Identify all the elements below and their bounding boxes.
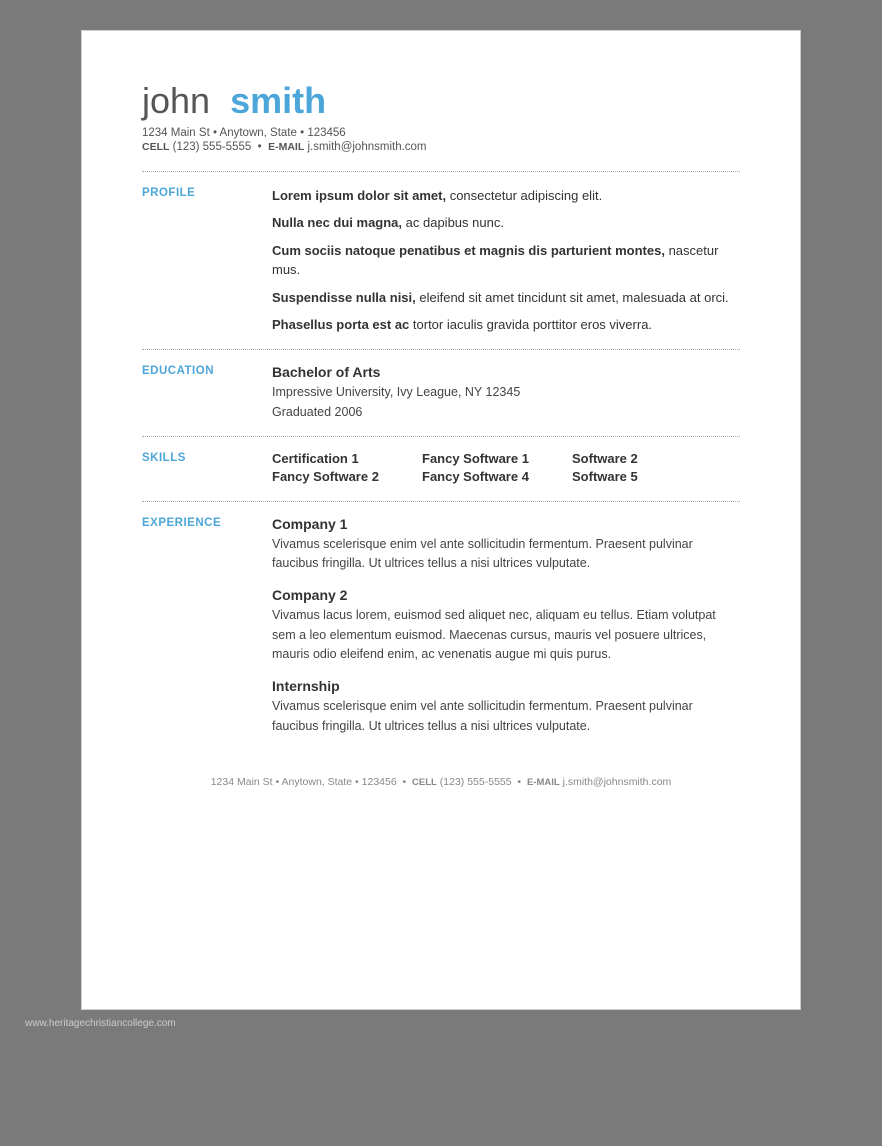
profile-content: Lorem ipsum dolor sit amet, consectetur … <box>272 186 740 335</box>
company-2-name: Company 2 <box>272 587 740 603</box>
cell-value: (123) 555-5555 <box>173 141 252 153</box>
footer-email-value: j.smith@johnsmith.com <box>563 776 672 788</box>
profile-section: PROFILE Lorem ipsum dolor sit amet, cons… <box>142 186 740 335</box>
experience-label: EXPERIENCE <box>142 516 272 737</box>
footer-cell-label: CELL <box>412 777 437 788</box>
first-name: john <box>142 80 210 121</box>
education-section: EDUCATION Bachelor of Arts Impressive Un… <box>142 364 740 422</box>
skills-section: SKILLS Certification 1 Fancy Software 1 … <box>142 451 740 487</box>
experience-entry-2: Company 2 Vivamus lacus lorem, euismod s… <box>272 587 740 664</box>
internship-desc: Vivamus scelerisque enim vel ante sollic… <box>272 697 740 736</box>
experience-section: EXPERIENCE Company 1 Vivamus scelerisque… <box>142 516 740 737</box>
education-content: Bachelor of Arts Impressive University, … <box>272 364 740 422</box>
profile-para-1: Lorem ipsum dolor sit amet, consectetur … <box>272 186 740 206</box>
education-divider <box>142 436 740 437</box>
footer-cell-value: (123) 555-5555 <box>440 776 512 788</box>
email-label: E-MAIL <box>268 141 304 153</box>
profile-label: PROFILE <box>142 186 272 335</box>
skills-label: SKILLS <box>142 451 272 487</box>
contact-line: CELL (123) 555-5555 • E-MAIL j.smith@joh… <box>142 141 740 153</box>
skills-row-2: Fancy Software 2 Fancy Software 4 Softwa… <box>272 469 740 484</box>
skills-content: Certification 1 Fancy Software 1 Softwar… <box>272 451 740 487</box>
watermark-bar: www.heritagechristiancollege.com <box>20 1018 862 1029</box>
company-2-desc: Vivamus lacus lorem, euismod sed aliquet… <box>272 606 740 664</box>
cell-label: CELL <box>142 141 169 153</box>
skill-3: Software 2 <box>572 451 692 466</box>
internship-name: Internship <box>272 678 740 694</box>
address-line: 1234 Main St • Anytown, State • 123456 <box>142 127 740 139</box>
edu-graduated: Graduated 2006 <box>272 402 740 422</box>
skill-4: Fancy Software 2 <box>272 469 392 484</box>
last-name: smith <box>230 80 326 121</box>
education-label: EDUCATION <box>142 364 272 422</box>
name-heading: john smith <box>142 81 740 121</box>
edu-university: Impressive University, Ivy League, NY 12… <box>272 382 740 402</box>
profile-para-5: Phasellus porta est ac tortor iaculis gr… <box>272 315 740 335</box>
resume-document: john smith 1234 Main St • Anytown, State… <box>81 30 801 1010</box>
resume-footer: 1234 Main St • Anytown, State • 123456 •… <box>142 766 740 788</box>
skills-row-1: Certification 1 Fancy Software 1 Softwar… <box>272 451 740 466</box>
footer-email-label: E-MAIL <box>527 777 560 788</box>
company-1-name: Company 1 <box>272 516 740 532</box>
email-value: j.smith@johnsmith.com <box>307 141 426 153</box>
profile-divider <box>142 349 740 350</box>
skill-5: Fancy Software 4 <box>422 469 542 484</box>
skills-divider <box>142 501 740 502</box>
profile-para-4: Suspendisse nulla nisi, eleifend sit ame… <box>272 288 740 308</box>
company-1-desc: Vivamus scelerisque enim vel ante sollic… <box>272 535 740 574</box>
experience-entry-3: Internship Vivamus scelerisque enim vel … <box>272 678 740 736</box>
profile-para-2: Nulla nec dui magna, ac dapibus nunc. <box>272 213 740 233</box>
skill-2: Fancy Software 1 <box>422 451 542 466</box>
header-divider <box>142 171 740 172</box>
profile-para-3: Cum sociis natoque penatibus et magnis d… <box>272 241 740 280</box>
edu-degree: Bachelor of Arts <box>272 364 740 380</box>
footer-address: 1234 Main St • Anytown, State • 123456 <box>211 776 397 788</box>
experience-entry-1: Company 1 Vivamus scelerisque enim vel a… <box>272 516 740 574</box>
watermark-text: www.heritagechristiancollege.com <box>25 1018 176 1029</box>
resume-header: john smith 1234 Main St • Anytown, State… <box>142 81 740 153</box>
experience-content: Company 1 Vivamus scelerisque enim vel a… <box>272 516 740 737</box>
skill-6: Software 5 <box>572 469 692 484</box>
skill-1: Certification 1 <box>272 451 392 466</box>
